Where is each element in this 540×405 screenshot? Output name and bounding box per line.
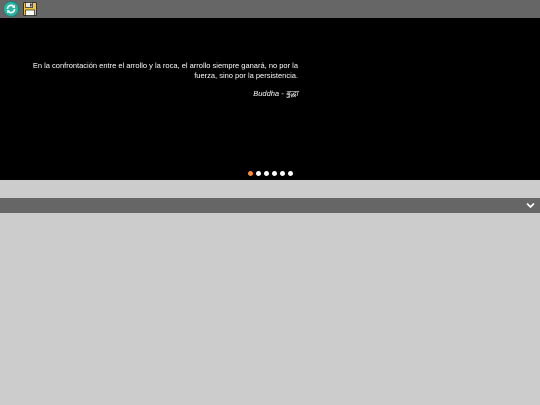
collapse-bar[interactable] — [0, 198, 540, 213]
quote-author: Buddha - बुद्धा — [253, 89, 298, 98]
refresh-icon[interactable] — [3, 1, 19, 17]
quote-text: En la confrontación entre el arrollo y l… — [32, 61, 298, 80]
carousel-dot[interactable] — [264, 171, 269, 176]
floppy-disk-icon[interactable] — [22, 1, 38, 17]
carousel-dots — [248, 171, 293, 177]
carousel-dot[interactable] — [288, 171, 293, 176]
carousel-dot[interactable] — [248, 171, 253, 176]
app-window: En la confrontación entre el arrollo y l… — [0, 0, 540, 405]
carousel-dot[interactable] — [272, 171, 277, 176]
toolbar — [0, 0, 540, 18]
carousel-dot[interactable] — [280, 171, 285, 176]
quote-panel: En la confrontación entre el arrollo y l… — [0, 18, 540, 180]
carousel-dot[interactable] — [256, 171, 261, 176]
chevron-down-icon[interactable] — [525, 200, 536, 211]
quote-box: En la confrontación entre el arrollo y l… — [22, 61, 298, 99]
